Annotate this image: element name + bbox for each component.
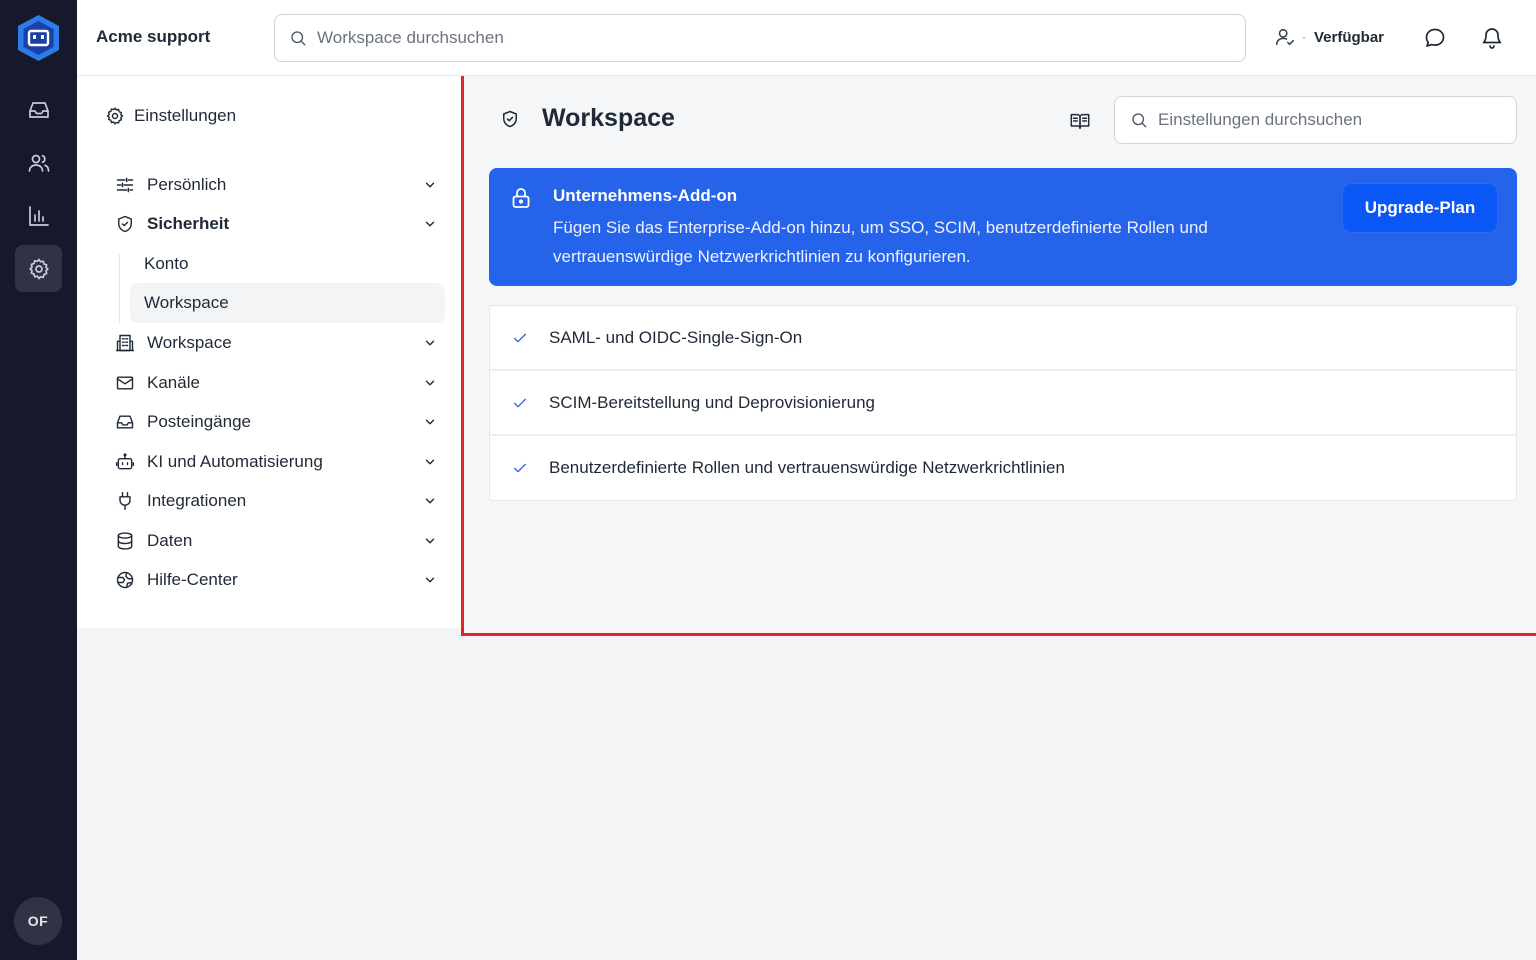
rail-inbox-button[interactable] — [15, 86, 62, 133]
settings-sidebar: Einstellungen Persönlich Sicherheit Kont… — [77, 76, 461, 628]
sidebar-item-label: Integrationen — [147, 491, 247, 510]
search-icon — [1132, 113, 1147, 128]
building-icon — [115, 334, 135, 352]
workspace-name[interactable]: Acme support — [96, 27, 210, 47]
bot-icon — [115, 453, 135, 470]
feature-label: SAML- und OIDC-Single-Sign-On — [549, 327, 803, 347]
user-avatar[interactable]: OF — [14, 897, 62, 945]
sidebar-item-integrations[interactable]: Integrationen — [115, 486, 437, 516]
user-status-icon — [1275, 28, 1295, 46]
book-open-icon — [1070, 113, 1090, 130]
bell-icon — [1482, 28, 1502, 49]
rail-settings-button[interactable] — [15, 245, 62, 292]
check-icon — [514, 398, 526, 407]
sliders-icon — [116, 177, 134, 193]
banner-title: Unternehmens-Add-on — [553, 186, 738, 205]
app-logo-icon[interactable] — [16, 14, 61, 62]
sidebar-item-workspace[interactable]: Workspace — [115, 328, 437, 358]
chevron-down-icon — [425, 459, 435, 465]
sidebar-item-label: Workspace — [147, 333, 232, 352]
chevron-down-icon — [425, 538, 435, 544]
feature-item: SCIM-Bereitstellung und Deprovisionierun… — [490, 371, 1516, 436]
chevron-down-icon — [425, 182, 435, 188]
settings-search-input[interactable] — [1158, 110, 1498, 130]
upgrade-plan-button[interactable]: Upgrade-Plan — [1343, 184, 1497, 232]
feature-label: Benutzerdefinierte Rollen und vertrauens… — [549, 458, 1065, 477]
feature-item: SAML- und OIDC-Single-Sign-On — [490, 306, 1516, 371]
sidebar-item-security[interactable]: Sicherheit — [115, 209, 437, 239]
status-separator: · — [1302, 30, 1306, 44]
check-icon — [514, 463, 526, 473]
settings-header-label: Einstellungen — [134, 106, 237, 125]
banner-description: Fügen Sie das Enterprise-Add-on hinzu, u… — [553, 218, 1208, 266]
sidebar-item-label: Persönlich — [147, 175, 227, 194]
bar-chart-icon — [28, 205, 49, 226]
notifications-button[interactable] — [1480, 26, 1504, 50]
workspace-search[interactable] — [274, 14, 1246, 62]
users-icon — [28, 154, 49, 172]
sidebar-item-ai-automation[interactable]: KI und Automatisierung — [115, 447, 437, 477]
chevron-down-icon — [425, 380, 435, 386]
lock-icon — [512, 188, 530, 208]
app-rail: OF — [0, 0, 77, 960]
status-label: Verfügbar — [1314, 28, 1385, 46]
chevron-down-icon — [425, 419, 435, 425]
database-icon — [117, 532, 133, 550]
sidebar-item-personal[interactable]: Persönlich — [115, 170, 437, 200]
sidebar-item-channels[interactable]: Kanäle — [115, 368, 437, 398]
sidebar-item-label: Daten — [147, 531, 193, 550]
chat-button[interactable] — [1423, 26, 1447, 50]
chevron-down-icon — [425, 498, 435, 504]
shield-icon — [118, 215, 132, 233]
plug-icon — [119, 491, 131, 511]
sidebar-item-label: Hilfe-Center — [147, 570, 238, 589]
sidebar-item-label: Posteingänge — [147, 412, 251, 431]
subnav-divider — [119, 254, 120, 324]
availability-status[interactable]: · Verfügbar — [1274, 26, 1384, 48]
search-icon — [291, 31, 306, 46]
chevron-down-icon — [425, 577, 435, 583]
settings-header: Einstellungen — [105, 106, 236, 126]
page-header: Workspace — [500, 104, 675, 133]
sidebar-subitem-account[interactable]: Konto — [130, 244, 445, 284]
feature-item: Benutzerdefinierte Rollen und vertrauens… — [490, 436, 1516, 500]
sidebar-item-label: Sicherheit — [147, 214, 230, 233]
feature-list: SAML- und OIDC-Single-Sign-On SCIM-Berei… — [489, 305, 1517, 501]
mail-icon — [116, 376, 134, 390]
check-icon — [514, 333, 526, 342]
sidebar-item-help-center[interactable]: Hilfe-Center — [115, 565, 437, 595]
shield-icon — [503, 110, 517, 127]
gear-icon — [28, 258, 49, 279]
docs-button[interactable] — [1069, 110, 1091, 132]
top-bar: Acme support · Verfügbar — [77, 0, 1536, 76]
inbox-icon — [28, 101, 49, 118]
workspace-search-input[interactable] — [317, 28, 1217, 48]
settings-search[interactable] — [1114, 96, 1517, 144]
chevron-down-icon — [425, 340, 435, 346]
sidebar-item-inboxes[interactable]: Posteingänge — [115, 407, 437, 437]
gear-icon — [106, 107, 124, 125]
enterprise-addon-banner: Unternehmens-Add-on Fügen Sie das Enterp… — [489, 168, 1517, 286]
sidebar-item-data[interactable]: Daten — [115, 526, 437, 556]
page-title: Workspace — [542, 104, 675, 132]
sidebar-item-label: Kanäle — [147, 373, 200, 392]
sidebar-subitem-workspace[interactable]: Workspace — [130, 283, 445, 323]
sidebar-item-label: KI und Automatisierung — [147, 452, 323, 471]
chevron-down-icon — [425, 221, 435, 227]
rail-contacts-button[interactable] — [15, 139, 62, 186]
chat-bubble-icon — [1425, 28, 1445, 47]
settings-content: Workspace Unternehmens-Add-on Fügen Sie … — [461, 76, 1536, 636]
rail-reports-button[interactable] — [15, 192, 62, 239]
globe-icon — [116, 571, 134, 589]
inbox-icon — [116, 415, 134, 429]
feature-label: SCIM-Bereitstellung und Deprovisionierun… — [549, 392, 875, 412]
